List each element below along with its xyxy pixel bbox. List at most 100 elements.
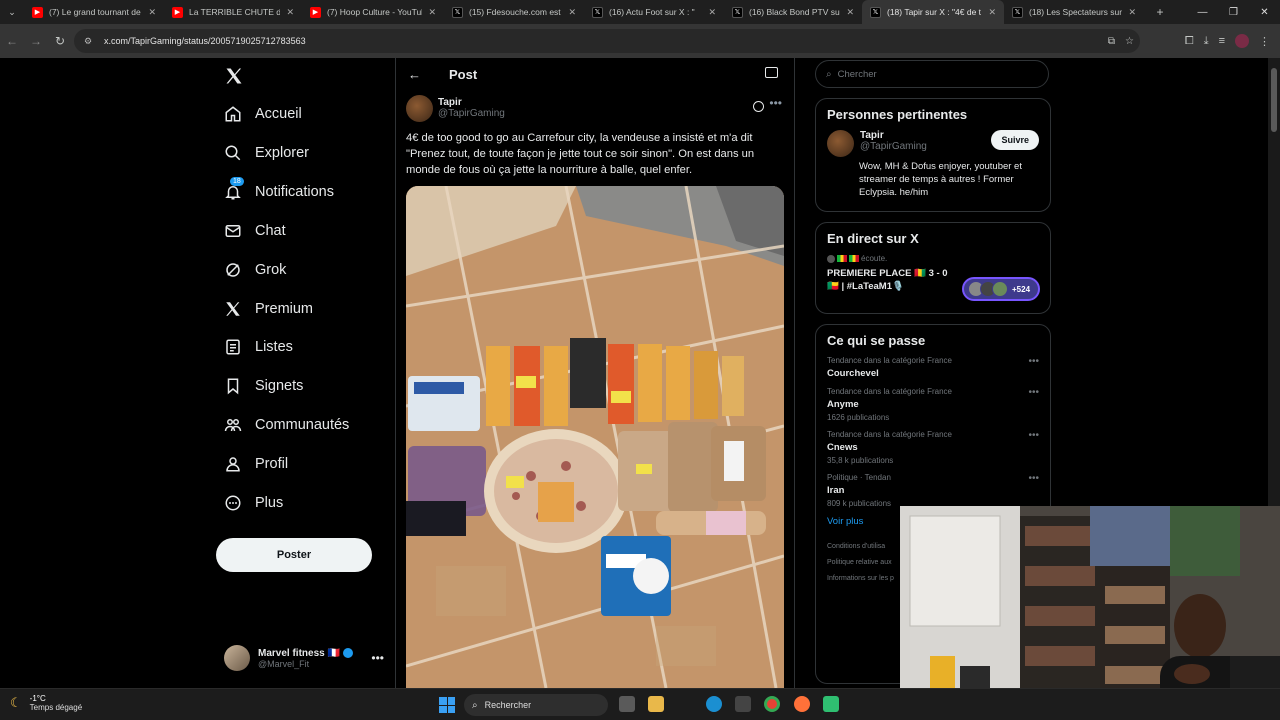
minimize-icon[interactable]: — xyxy=(1187,0,1218,24)
bookmark-star-icon[interactable]: ☆ xyxy=(1125,36,1134,47)
more-dots-icon[interactable]: ••• xyxy=(769,96,782,110)
edge-icon[interactable] xyxy=(706,696,722,712)
tab-close-icon[interactable]: ✕ xyxy=(846,7,854,18)
url-omnibox[interactable]: ⚙ x.com/TapirGaming/status/2005719025712… xyxy=(74,29,1140,53)
file-explorer-icon[interactable] xyxy=(648,696,664,712)
post-image[interactable] xyxy=(406,186,784,688)
relevant-user-name[interactable]: Tapir xyxy=(860,130,927,141)
author-handle[interactable]: @TapirGaming xyxy=(438,108,505,119)
weather-widget[interactable]: ☾ -1°C Temps dégagé xyxy=(10,694,82,712)
browser-tab[interactable]: 𝕏 (15) Fdesouche.com est u ✕ xyxy=(444,0,584,24)
x-icon: 𝕏 xyxy=(1012,6,1023,18)
tab-close-icon[interactable]: ✕ xyxy=(568,7,576,18)
media-control-icon[interactable]: ≡ xyxy=(1219,35,1225,47)
relevant-user-avatar[interactable] xyxy=(827,130,854,157)
tab-close-icon[interactable]: ✕ xyxy=(708,7,716,18)
tab-label: (18) Les Spectateurs sur X xyxy=(1029,7,1123,17)
account-avatar xyxy=(224,645,250,671)
more-dots-icon[interactable]: ••• xyxy=(1028,356,1039,367)
more-dots-icon[interactable]: ••• xyxy=(371,651,384,665)
tab-label: La TERRIBLE CHUTE de Ol xyxy=(189,7,281,17)
home-icon xyxy=(224,105,242,123)
reload-icon[interactable]: ↻ xyxy=(48,29,72,53)
trend-item[interactable]: Tendance dans la catégorie France Courche… xyxy=(827,356,1039,379)
post-button[interactable]: Poster xyxy=(216,538,372,572)
nav-item-notifications[interactable]: 18 Notifications xyxy=(224,176,334,207)
author-name[interactable]: Tapir xyxy=(438,97,505,108)
search-input[interactable]: ⌕ Chercher xyxy=(815,60,1049,88)
nav-item-premium[interactable]: Premium xyxy=(224,294,313,324)
task-view-icon[interactable] xyxy=(619,696,635,712)
firefox-icon[interactable] xyxy=(794,696,810,712)
nav-item-profil[interactable]: Profil xyxy=(224,449,288,479)
restore-icon[interactable]: ❐ xyxy=(1218,0,1249,24)
nav-item-label: Communautés xyxy=(255,417,350,434)
taskbar-search[interactable]: ⌕ Rechercher xyxy=(464,694,608,716)
install-app-icon[interactable]: ⧉ xyxy=(1108,36,1115,47)
profile-icon xyxy=(224,455,242,473)
new-tab-button[interactable]: + xyxy=(1150,5,1170,19)
live-on-x-card: En direct sur X écoute. PREMIERE PLACE 🇬… xyxy=(815,222,1051,314)
store-icon[interactable] xyxy=(735,696,751,712)
space-title[interactable]: PREMIERE PLACE 🇬🇳 3 - 0 🇧🇯 | #LaTeaM1🎙️ xyxy=(827,267,957,293)
profile-avatar[interactable] xyxy=(1235,34,1249,48)
nav-item-grok[interactable]: Grok xyxy=(224,255,286,285)
more-dots-icon[interactable]: ••• xyxy=(1028,430,1039,441)
account-name: Marvel fitness 🇫🇷 xyxy=(258,647,340,659)
extensions-icon[interactable]: ⧠ xyxy=(1185,35,1194,48)
nav-item-communautés[interactable]: Communautés xyxy=(224,410,349,440)
app-icon[interactable] xyxy=(823,696,839,712)
nav-item-signets[interactable]: Signets xyxy=(224,371,303,401)
nav-item-accueil[interactable]: Accueil xyxy=(224,99,302,129)
tab-search-chevron-icon[interactable]: ⌄ xyxy=(0,0,24,24)
close-window-icon[interactable]: ✕ xyxy=(1249,0,1280,24)
tab-close-icon[interactable]: ✕ xyxy=(148,7,156,18)
food-photo xyxy=(406,186,784,688)
more-dots-icon[interactable]: ••• xyxy=(1028,387,1039,398)
browser-tab[interactable]: 𝕏 (16) Actu Foot sur X : " ✕ xyxy=(584,0,724,24)
trend-item[interactable]: Tendance dans la catégorie France Anyme 16… xyxy=(827,387,1039,422)
browser-tab[interactable]: 𝕏 (18) Tapir sur X : "4€ de t ✕ xyxy=(862,0,1004,24)
left-navigation: Accueil Explorer 18 Notifications Chat Grok Pr… xyxy=(216,58,386,688)
nav-item-listes[interactable]: Listes xyxy=(224,332,293,362)
guinea-flag-icon xyxy=(837,255,847,262)
search-icon xyxy=(224,144,242,162)
x-icon: 𝕏 xyxy=(452,6,463,18)
download-icon[interactable]: ⤓ xyxy=(1204,35,1209,48)
tab-close-icon[interactable]: ✕ xyxy=(1128,7,1136,18)
scrollbar-thumb[interactable] xyxy=(1271,68,1277,132)
forward-arrow-icon[interactable]: → xyxy=(24,29,48,53)
more-dots-icon[interactable]: ••• xyxy=(1028,473,1039,484)
main-column: ← Post Tapir @TapirGaming ••• 4€ de too … xyxy=(395,58,795,688)
tab-close-icon[interactable]: ✕ xyxy=(428,7,436,18)
more-circle-icon xyxy=(224,494,242,512)
reader-mode-icon[interactable] xyxy=(765,67,778,78)
browser-tab[interactable]: ▶ (7) Le grand tournant de ✕ xyxy=(24,0,164,24)
trend-item[interactable]: Politique · Tendan Iran 809 k publications… xyxy=(827,473,1039,508)
browser-menu-icon[interactable]: ⋮ xyxy=(1259,35,1270,48)
x-logo-icon[interactable] xyxy=(224,66,244,86)
tab-close-icon[interactable]: ✕ xyxy=(988,7,996,18)
trend-item[interactable]: Tendance dans la catégorie France Cnews 35… xyxy=(827,430,1039,465)
host-avatar xyxy=(827,254,835,263)
windows-start-icon[interactable] xyxy=(439,697,455,713)
browser-tab[interactable]: 𝕏 (16) Black Bond PTV sur X ✕ xyxy=(724,0,862,24)
site-info-icon[interactable]: ⚙ xyxy=(84,36,96,47)
nav-item-label: Chat xyxy=(255,222,286,239)
back-arrow-icon[interactable]: ← xyxy=(0,29,24,53)
follow-button[interactable]: Suivre xyxy=(991,130,1039,150)
nav-item-chat[interactable]: Chat xyxy=(224,216,286,246)
relevant-user[interactable]: Tapir @TapirGaming Suivre xyxy=(827,130,1039,157)
nav-item-explorer[interactable]: Explorer xyxy=(224,138,309,168)
listeners-pill[interactable]: +524 xyxy=(962,277,1040,301)
nav-item-plus[interactable]: Plus xyxy=(224,488,283,518)
account-switcher[interactable]: Marvel fitness 🇫🇷 @Marvel_Fit ••• xyxy=(224,643,384,673)
browser-tab[interactable]: 𝕏 (18) Les Spectateurs sur X ✕ xyxy=(1004,0,1144,24)
grok-icon[interactable] xyxy=(753,101,764,112)
author-avatar[interactable] xyxy=(406,94,433,122)
back-arrow-icon[interactable]: ← xyxy=(408,67,421,82)
tab-close-icon[interactable]: ✕ xyxy=(286,7,294,18)
browser-tab[interactable]: ▶ (7) Hoop Culture - YouTub ✕ xyxy=(302,0,444,24)
chrome-icon[interactable] xyxy=(764,696,780,712)
browser-tab[interactable]: ▶ La TERRIBLE CHUTE de Ol ✕ xyxy=(164,0,302,24)
